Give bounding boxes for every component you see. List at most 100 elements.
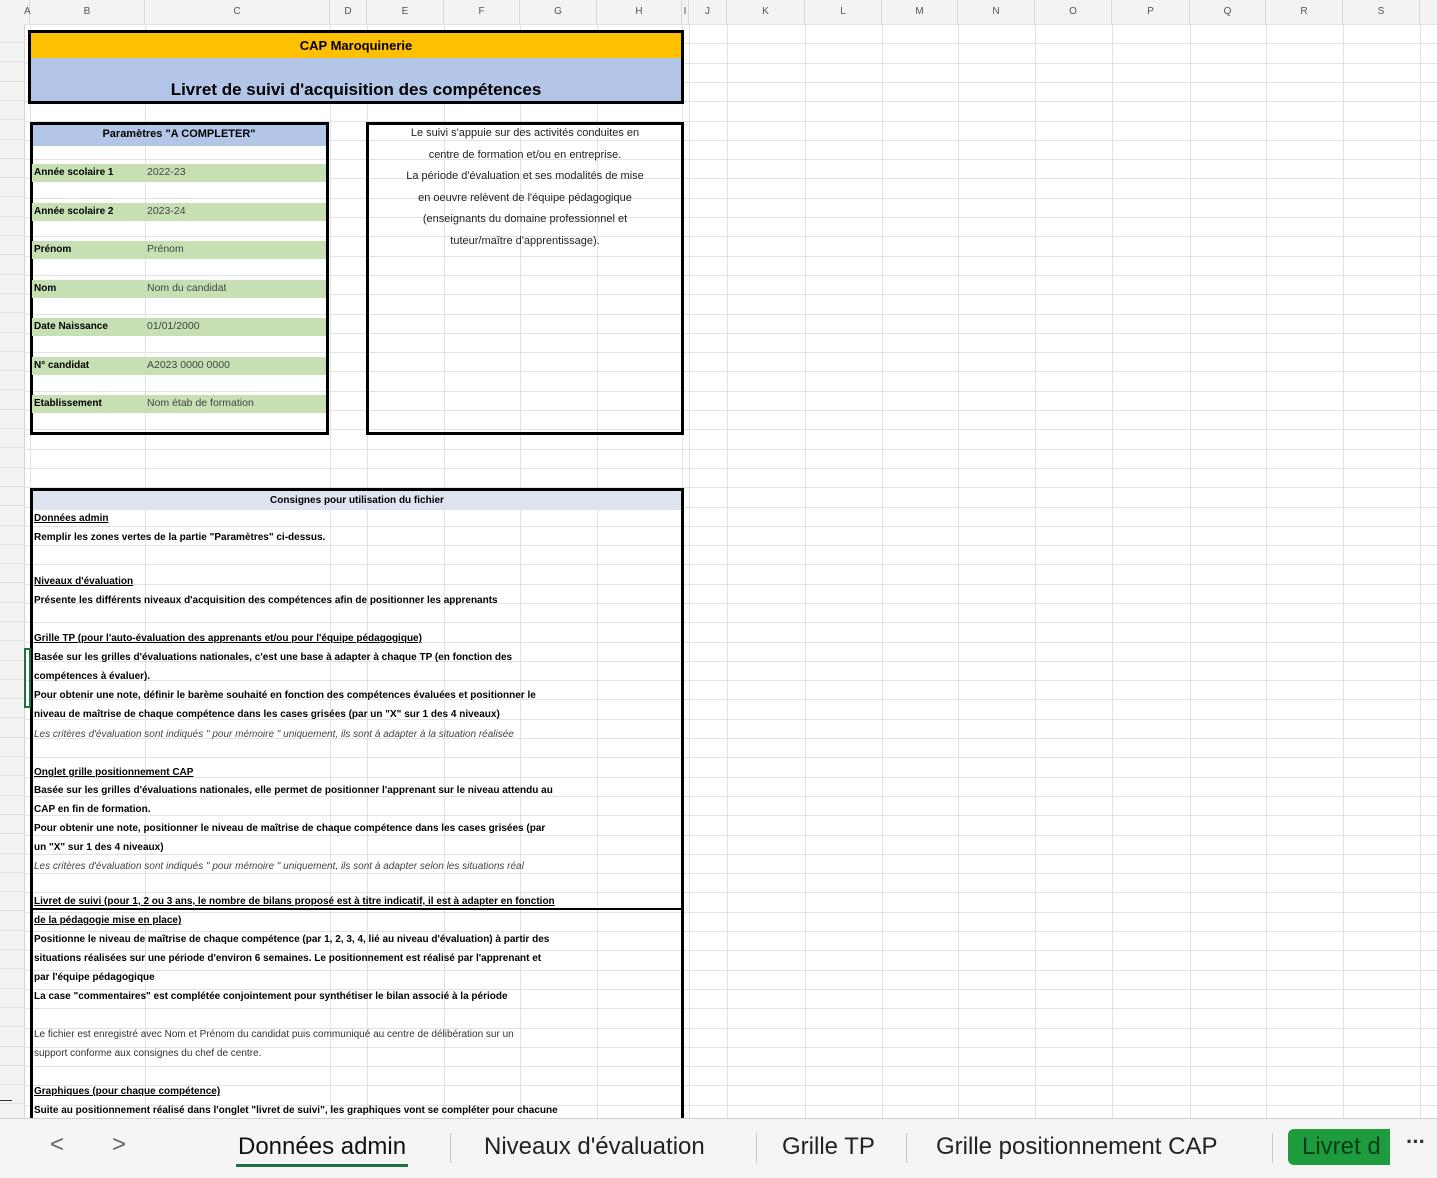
row-header[interactable] bbox=[0, 371, 24, 390]
tab-separator bbox=[756, 1133, 757, 1163]
row-header[interactable] bbox=[0, 449, 24, 468]
row-header[interactable] bbox=[0, 699, 24, 718]
row-header[interactable] bbox=[0, 275, 24, 294]
column-header[interactable]: Q bbox=[1190, 0, 1266, 24]
row-header[interactable] bbox=[0, 314, 24, 333]
row-header[interactable] bbox=[0, 970, 24, 989]
row-header[interactable] bbox=[0, 931, 24, 950]
info-line: en oeuvre relèvent de l'équipe pédagogiq… bbox=[418, 191, 632, 204]
row-header[interactable] bbox=[0, 835, 24, 854]
next-sheet-button[interactable]: > bbox=[112, 1131, 126, 1159]
column-header[interactable]: L bbox=[805, 0, 882, 24]
column-header[interactable]: R bbox=[1266, 0, 1343, 24]
row-header[interactable] bbox=[0, 796, 24, 815]
row-header[interactable] bbox=[0, 198, 24, 217]
column-header[interactable]: H bbox=[597, 0, 682, 24]
row-header[interactable] bbox=[0, 912, 24, 931]
row-header[interactable] bbox=[0, 680, 24, 699]
row-header[interactable] bbox=[0, 950, 24, 969]
param-value[interactable]: Nom étab de formation bbox=[147, 397, 254, 409]
row-header[interactable] bbox=[0, 526, 24, 545]
param-value[interactable]: 01/01/2000 bbox=[147, 320, 200, 332]
row-header[interactable] bbox=[0, 429, 24, 448]
param-label: Etablissement bbox=[34, 398, 102, 409]
row-header[interactable] bbox=[0, 661, 24, 680]
param-label: Année scolaire 1 bbox=[34, 167, 114, 178]
row-header[interactable] bbox=[0, 24, 24, 43]
row-header[interactable] bbox=[0, 178, 24, 197]
param-value[interactable]: 2022-23 bbox=[147, 166, 186, 178]
row-header[interactable] bbox=[0, 101, 24, 120]
cell-selection-marker[interactable] bbox=[24, 648, 31, 708]
row-header[interactable] bbox=[0, 757, 24, 776]
row-header[interactable] bbox=[0, 584, 24, 603]
row-header[interactable] bbox=[0, 854, 24, 873]
row-header[interactable] bbox=[0, 468, 24, 487]
instruction-line: Positionne le niveau de maîtrise de chaq… bbox=[34, 934, 550, 945]
column-header[interactable]: C bbox=[145, 0, 330, 24]
row-header[interactable] bbox=[0, 63, 24, 82]
row-header[interactable] bbox=[0, 82, 24, 101]
row-header[interactable] bbox=[0, 892, 24, 911]
param-label: Nom bbox=[34, 283, 57, 294]
row-header[interactable] bbox=[0, 1008, 24, 1027]
param-value[interactable]: 2023-24 bbox=[147, 205, 186, 217]
row-header[interactable] bbox=[0, 738, 24, 757]
column-header[interactable]: O bbox=[1035, 0, 1112, 24]
row-header[interactable] bbox=[0, 603, 24, 622]
row-header[interactable] bbox=[0, 410, 24, 429]
row-header[interactable] bbox=[0, 43, 24, 62]
column-header[interactable]: P bbox=[1112, 0, 1190, 24]
row-header[interactable] bbox=[0, 719, 24, 738]
column-header[interactable]: N bbox=[958, 0, 1035, 24]
row-header[interactable] bbox=[0, 1028, 24, 1047]
column-header[interactable]: G bbox=[520, 0, 597, 24]
row-header[interactable] bbox=[0, 815, 24, 834]
more-tabs-icon[interactable]: ··· bbox=[1406, 1129, 1426, 1155]
row-header[interactable] bbox=[0, 1066, 24, 1085]
row-header[interactable] bbox=[0, 391, 24, 410]
tab-donnees-admin[interactable]: Données admin bbox=[224, 1129, 420, 1167]
row-header[interactable] bbox=[0, 564, 24, 583]
row-header[interactable] bbox=[0, 545, 24, 564]
row-header[interactable] bbox=[0, 236, 24, 255]
column-header[interactable]: S bbox=[1343, 0, 1420, 24]
row-header[interactable] bbox=[0, 487, 24, 506]
row-header[interactable] bbox=[0, 256, 24, 275]
row-header[interactable] bbox=[0, 1085, 24, 1104]
tab-livret-de-suivi[interactable]: Livret d bbox=[1288, 1129, 1390, 1165]
sheet-title[interactable]: CAP Maroquinerie bbox=[30, 38, 682, 53]
column-header[interactable]: M bbox=[882, 0, 958, 24]
row-header[interactable] bbox=[0, 121, 24, 140]
row-header[interactable] bbox=[0, 333, 24, 352]
column-header[interactable]: D bbox=[330, 0, 367, 24]
column-header[interactable]: K bbox=[727, 0, 805, 24]
row-header[interactable] bbox=[0, 217, 24, 236]
row-header[interactable] bbox=[0, 507, 24, 526]
row-header[interactable] bbox=[0, 294, 24, 313]
tab-niveaux-evaluation[interactable]: Niveaux d'évaluation bbox=[470, 1129, 719, 1165]
row-header[interactable] bbox=[0, 1105, 24, 1118]
tab-grille-positionnement-cap[interactable]: Grille positionnement CAP bbox=[922, 1129, 1231, 1165]
param-value[interactable]: Prénom bbox=[147, 243, 184, 255]
spreadsheet-grid[interactable]: ABCDEFGHIJKLMNOPQRS CAP Maroquinerie Liv… bbox=[0, 0, 1437, 1118]
param-value[interactable]: A2023 0000 0000 bbox=[147, 359, 230, 371]
row-header[interactable] bbox=[0, 989, 24, 1008]
row-header[interactable] bbox=[0, 777, 24, 796]
sheet-subtitle[interactable]: Livret de suivi d'acquisition des compét… bbox=[30, 80, 682, 100]
row-header[interactable] bbox=[0, 873, 24, 892]
row-header[interactable] bbox=[0, 1047, 24, 1066]
previous-sheet-button[interactable]: < bbox=[50, 1131, 64, 1159]
row-header[interactable] bbox=[0, 622, 24, 641]
column-header[interactable]: E bbox=[367, 0, 444, 24]
column-header[interactable]: I bbox=[682, 0, 689, 24]
row-header[interactable] bbox=[0, 140, 24, 159]
row-header[interactable] bbox=[0, 159, 24, 178]
column-header[interactable]: B bbox=[30, 0, 145, 24]
column-header[interactable]: J bbox=[689, 0, 727, 24]
row-header[interactable] bbox=[0, 352, 24, 371]
param-value[interactable]: Nom du candidat bbox=[147, 282, 226, 294]
row-header[interactable] bbox=[0, 642, 24, 661]
column-header[interactable]: F bbox=[444, 0, 520, 24]
tab-grille-tp[interactable]: Grille TP bbox=[768, 1129, 889, 1165]
